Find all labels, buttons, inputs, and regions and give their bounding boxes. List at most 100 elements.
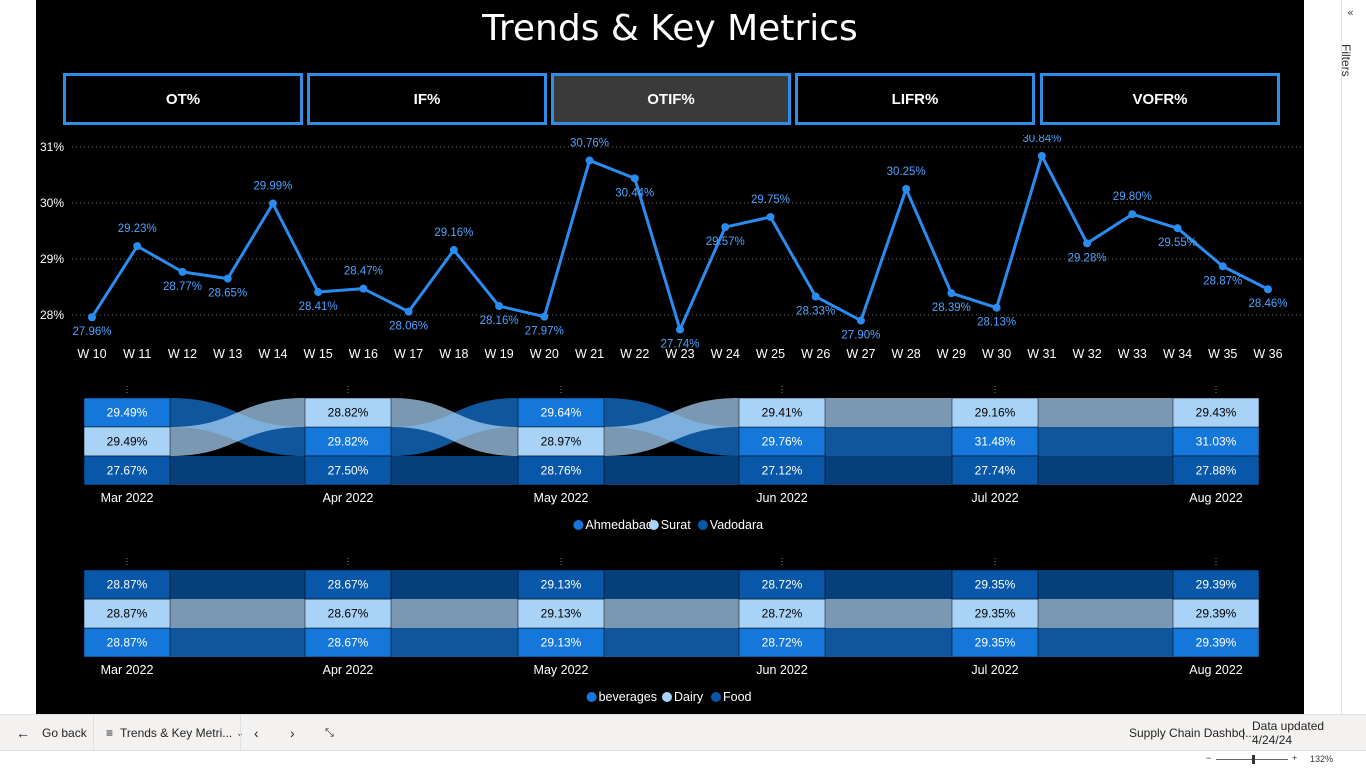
- page-selector[interactable]: ≡ Trends & Key Metri... ⌄: [106, 715, 244, 751]
- metric-button-otif[interactable]: OTIF%: [551, 73, 791, 125]
- data-point: [449, 246, 458, 255]
- data-label: 28.87%: [1203, 275, 1242, 287]
- data-point: [1173, 224, 1182, 233]
- data-label: 28.46%: [1248, 298, 1287, 310]
- segment-value-label: 28.72%: [762, 607, 803, 621]
- x-tick-label: W 27: [846, 347, 875, 361]
- data-label: 30.44%: [615, 187, 654, 199]
- data-point: [133, 242, 142, 251]
- zoom-out-icon[interactable]: −: [1206, 753, 1211, 763]
- data-point: [856, 316, 865, 325]
- ribbon-band: [1038, 398, 1173, 427]
- data-point: [676, 325, 684, 334]
- go-back-button[interactable]: ← Go back: [16, 715, 87, 751]
- x-tick-label: W 36: [1253, 347, 1282, 361]
- x-tick-label: Aug 2022: [1189, 663, 1243, 677]
- page-selector-label: Trends & Key Metri...: [120, 726, 233, 740]
- data-point: [1083, 239, 1092, 248]
- data-label: 28.33%: [796, 306, 835, 318]
- previous-page-icon[interactable]: ‹: [254, 715, 259, 751]
- segment-value-label: 29.35%: [975, 607, 1016, 621]
- data-point: [1037, 151, 1046, 160]
- segment-value-label: 29.13%: [541, 607, 582, 621]
- filters-pane-label[interactable]: Filters: [1339, 44, 1353, 77]
- x-tick-label: W 29: [937, 347, 966, 361]
- legend-label: beverages: [599, 690, 657, 704]
- x-tick-label: W 13: [213, 347, 242, 361]
- segment-value-label: 29.13%: [541, 636, 582, 650]
- x-tick-label: May 2022: [534, 491, 589, 505]
- y-tick-label: 31%: [40, 140, 64, 154]
- data-point: [540, 312, 549, 321]
- data-point: [178, 267, 187, 276]
- legend-marker: [573, 520, 584, 530]
- legend-label: Surat: [661, 518, 691, 532]
- x-tick-label: W 32: [1072, 347, 1101, 361]
- legend-label: Food: [723, 690, 752, 704]
- segment-value-label: 27.74%: [975, 464, 1016, 478]
- report-canvas: Trends & Key Metrics OT% IF% OTIF% LIFR%…: [36, 0, 1304, 714]
- segment-value-label: 31.03%: [1196, 435, 1237, 449]
- ribbon-band: [1038, 599, 1173, 628]
- data-label: 29.16%: [434, 227, 473, 239]
- y-tick-label: 28%: [40, 308, 64, 322]
- x-tick-label: W 12: [168, 347, 197, 361]
- x-tick-label: May 2022: [534, 663, 589, 677]
- segment-value-label: 29.41%: [762, 406, 803, 420]
- ribbon-band: [825, 628, 952, 657]
- segment-value-label: 27.50%: [328, 464, 369, 478]
- data-point: [268, 199, 277, 208]
- x-tick-label: Mar 2022: [101, 491, 154, 505]
- x-tick-label: Mar 2022: [101, 663, 154, 677]
- metric-button-if[interactable]: IF%: [307, 73, 547, 125]
- data-label: 28.41%: [299, 301, 338, 313]
- segment-value-label: 27.12%: [762, 464, 803, 478]
- data-label: 30.76%: [570, 137, 609, 149]
- x-tick-label: W 34: [1163, 347, 1192, 361]
- metric-button-ot[interactable]: OT%: [63, 73, 303, 125]
- next-page-icon[interactable]: ›: [290, 715, 295, 751]
- ribbon-band: [1038, 628, 1173, 657]
- segment-value-label: 28.67%: [328, 578, 369, 592]
- metric-button-vofr[interactable]: VOFR%: [1040, 73, 1280, 125]
- data-label: 30.84%: [1022, 135, 1061, 145]
- data-label: 27.96%: [72, 326, 111, 338]
- ribbon-band: [825, 456, 952, 485]
- x-tick-label: W 17: [394, 347, 423, 361]
- collapse-pane-icon[interactable]: «: [1347, 6, 1354, 19]
- y-tick-label: 29%: [40, 252, 64, 266]
- zoom-level[interactable]: 132%: [1310, 754, 1333, 764]
- ribbon-band: [825, 427, 952, 456]
- segment-value-label: 27.88%: [1196, 464, 1237, 478]
- ribbon-band: [170, 456, 305, 485]
- bottom-bar: ← Go back ≡ Trends & Key Metri... ⌄ ‹ › …: [0, 714, 1366, 751]
- collapse-icon[interactable]: ⤡: [325, 715, 334, 751]
- data-point: [314, 288, 323, 297]
- x-tick-label: W 16: [349, 347, 378, 361]
- ribbon-band: [604, 570, 739, 599]
- segment-value-label: 28.76%: [541, 464, 582, 478]
- legend-marker: [697, 520, 708, 530]
- zoom-in-icon[interactable]: +: [1292, 753, 1297, 763]
- metric-button-label: OT%: [165, 90, 201, 108]
- metric-button-lifr[interactable]: LIFR%: [795, 73, 1035, 125]
- x-tick-label: W 31: [1027, 347, 1056, 361]
- ribbon-band: [1038, 427, 1173, 456]
- data-label: 28.13%: [977, 317, 1016, 329]
- data-point: [223, 274, 232, 283]
- filters-pane[interactable]: [1341, 0, 1366, 714]
- zoom-slider-thumb[interactable]: [1252, 755, 1255, 764]
- legend-label: Vadodara: [710, 518, 763, 532]
- legend-label: Ahmedabad: [585, 518, 652, 532]
- segment-value-label: 29.39%: [1196, 578, 1237, 592]
- data-updated-text: Data updated 4/24/24: [1252, 719, 1325, 747]
- segment-value-label: 29.35%: [975, 636, 1016, 650]
- data-point: [495, 302, 504, 311]
- x-tick-label: W 30: [982, 347, 1011, 361]
- data-point: [585, 156, 594, 165]
- x-tick-label: W 33: [1118, 347, 1147, 361]
- divider: |: [1242, 726, 1246, 740]
- x-tick-label: Jul 2022: [971, 491, 1018, 505]
- metric-button-label: IF%: [413, 90, 441, 108]
- data-point: [1128, 210, 1137, 219]
